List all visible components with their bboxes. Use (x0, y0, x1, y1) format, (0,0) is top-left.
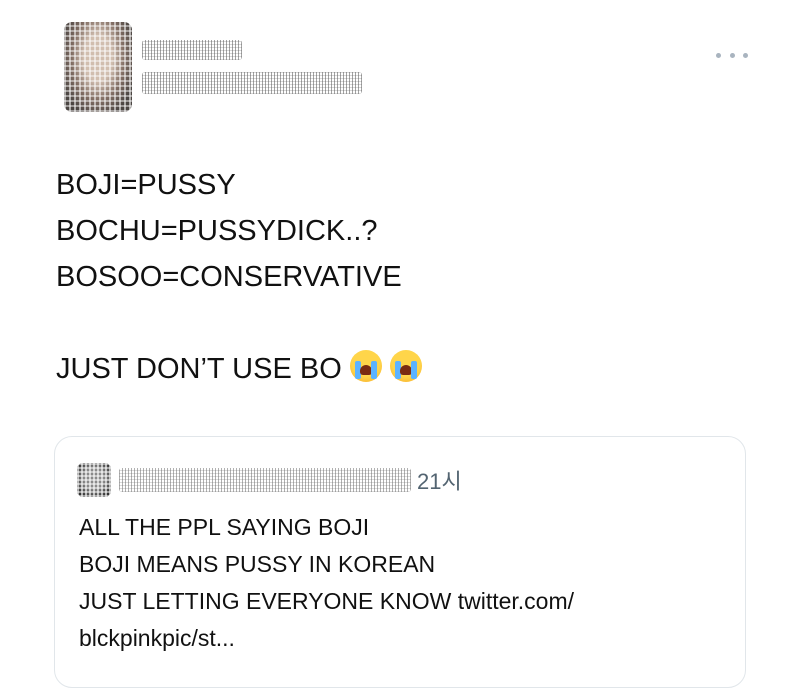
author-avatar-blurred[interactable] (64, 22, 132, 112)
dot (729, 52, 735, 58)
quoted-tweet-line: ALL THE PPL SAYING BOJI (79, 514, 370, 540)
tweet-closing-text: JUST DON’T USE BO (56, 353, 342, 385)
tweet-line: BOSOO=CONSERVATIVE (56, 261, 402, 293)
tweet-closing-line: JUST DON’T USE BO (56, 346, 736, 392)
quoted-tweet-header: 21시 (77, 463, 462, 497)
quoted-tweet-line: BOJI MEANS PUSSY IN KOREAN (79, 551, 436, 577)
quoted-tweet-card[interactable]: 21시 ALL THE PPL SAYING BOJI BOJI MEANS P… (54, 436, 746, 688)
tweet: BOJI=PUSSY BOCHU=PUSSYDICK..? BOSOO=CONS… (0, 0, 800, 688)
quoted-tweet-line: blckpinkpic/st... (79, 625, 235, 651)
more-horizontal-icon[interactable] (716, 48, 748, 62)
quoted-tweet-time: 21시 (417, 469, 462, 494)
tweet-line: BOJI=PUSSY (56, 169, 236, 201)
tweet-line: BOCHU=PUSSYDICK..? (56, 215, 378, 247)
tweet-body: BOJI=PUSSY BOCHU=PUSSYDICK..? BOSOO=CONS… (56, 162, 736, 392)
quoted-author-name-redacted[interactable] (119, 468, 411, 492)
author-name-redacted[interactable] (142, 40, 242, 60)
author-info-redacted[interactable] (142, 40, 362, 94)
loudly-crying-face-emoji (389, 350, 422, 382)
quoted-author-avatar-blurred[interactable] (77, 463, 111, 497)
author-handle-redacted (142, 72, 362, 94)
dot (743, 52, 748, 58)
quoted-tweet-line: JUST LETTING EVERYONE KNOW twitter.com/ (79, 588, 575, 614)
loudly-crying-face-emoji (349, 350, 382, 382)
quoted-tweet-body: ALL THE PPL SAYING BOJI BOJI MEANS PUSSY… (79, 509, 719, 657)
dot (716, 52, 721, 58)
